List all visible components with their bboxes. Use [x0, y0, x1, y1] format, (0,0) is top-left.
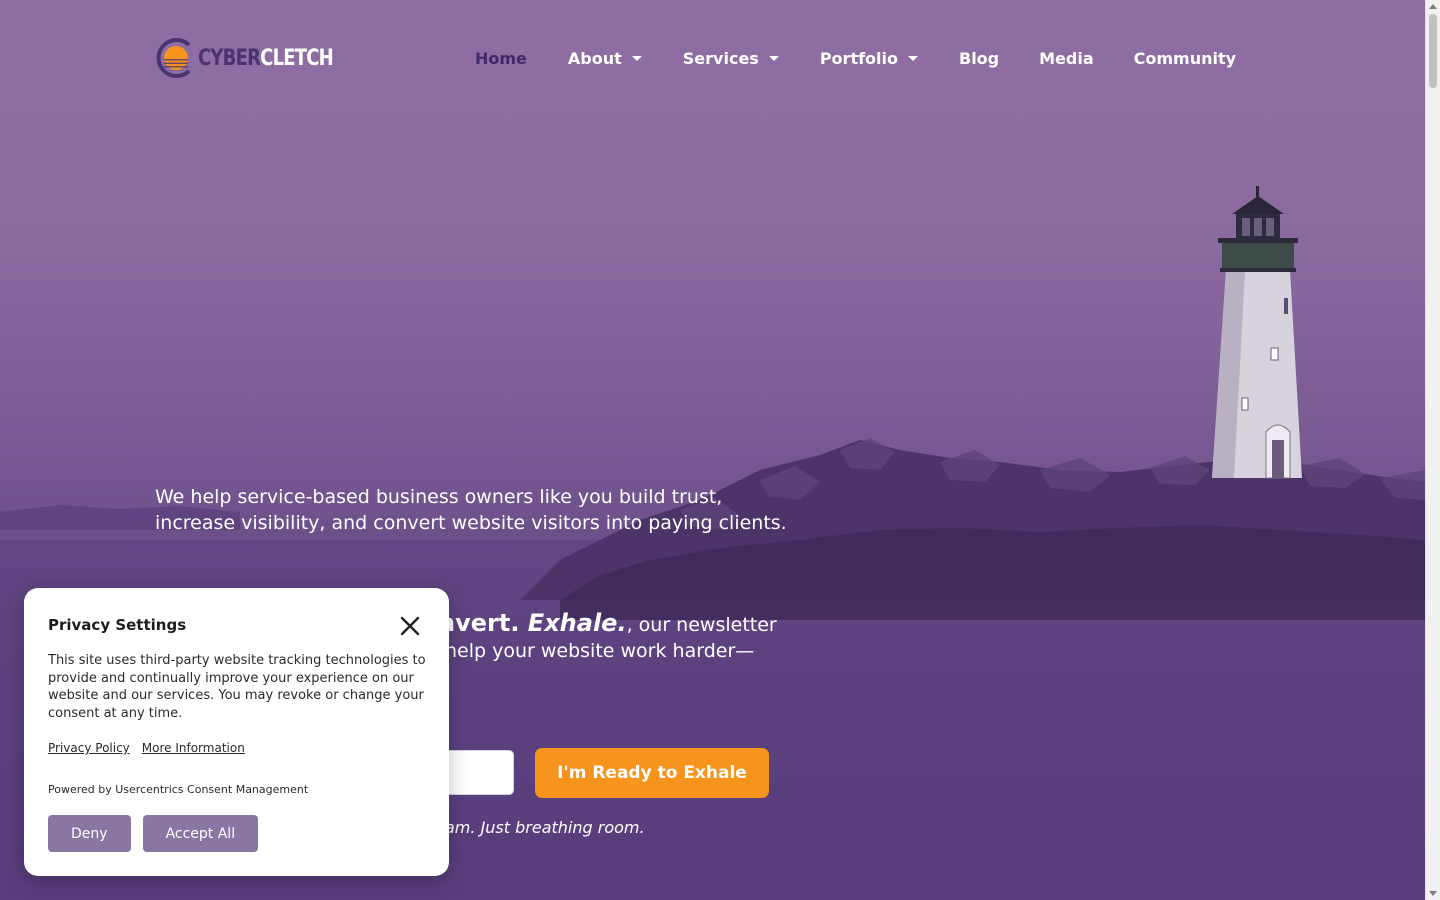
- nav-item-services[interactable]: Services: [683, 49, 779, 68]
- site-logo[interactable]: CYBER CLETCH: [155, 36, 363, 80]
- nav-label-services: Services: [682, 48, 759, 68]
- newsletter-brand-italic: Exhale.: [527, 609, 627, 637]
- deny-button[interactable]: Deny: [48, 815, 131, 852]
- nav-item-media[interactable]: Media: [1039, 49, 1094, 68]
- consent-description: This site uses third-party website track…: [48, 653, 426, 721]
- logo-wordmark: CYBER CLETCH: [198, 45, 334, 71]
- consent-title: Privacy Settings: [48, 616, 187, 634]
- accept-all-button[interactable]: Accept All: [142, 815, 259, 852]
- page-scrollbar[interactable]: [1425, 0, 1440, 900]
- logo-text-cyber: CYBER: [198, 45, 261, 71]
- nav-label-portfolio: Portfolio: [819, 48, 898, 68]
- nav-label-community: Community: [1133, 48, 1237, 68]
- caret-down-icon: [631, 55, 642, 61]
- caret-down-icon: [768, 55, 779, 61]
- newsletter-brand: nvert. Exhale.: [438, 609, 627, 637]
- newsletter-brand-fragment: nvert.: [438, 609, 520, 637]
- hero-subheadline: We help service-based business owners li…: [155, 486, 787, 534]
- consent-links: Privacy Policy More Information: [48, 741, 245, 755]
- nav-label-media: Media: [1039, 48, 1094, 68]
- nav-label-home: Home: [475, 48, 527, 68]
- scroll-up-arrow-icon[interactable]: [1429, 4, 1437, 9]
- consent-actions: Deny Accept All: [48, 815, 259, 852]
- newsletter-suffix: , our newsletter: [626, 614, 777, 636]
- close-icon[interactable]: [398, 614, 422, 638]
- privacy-settings-dialog: Privacy Settings This site uses third-pa…: [24, 588, 449, 876]
- consent-powered-by: Powered by Usercentrics Consent Manageme…: [48, 783, 309, 796]
- main-navigation: Home About Services Portfolio Blog Media…: [475, 44, 1236, 72]
- logo-text-cletch: CLETCH: [260, 45, 334, 71]
- ready-to-exhale-button[interactable]: I'm Ready to Exhale: [535, 748, 769, 798]
- nav-label-about: About: [567, 48, 622, 68]
- scrollbar-thumb[interactable]: [1429, 14, 1437, 88]
- nav-item-portfolio[interactable]: Portfolio: [820, 49, 918, 68]
- nav-item-home[interactable]: Home: [475, 49, 527, 68]
- nav-item-about[interactable]: About: [568, 49, 642, 68]
- scroll-down-arrow-icon[interactable]: [1429, 891, 1437, 896]
- sunset-circle-logo-icon: [156, 38, 191, 78]
- caret-down-icon: [908, 55, 918, 61]
- privacy-policy-link[interactable]: Privacy Policy: [48, 741, 130, 755]
- more-information-link[interactable]: More Information: [142, 741, 245, 755]
- nav-item-blog[interactable]: Blog: [959, 49, 999, 68]
- nav-label-blog: Blog: [959, 48, 1000, 68]
- nav-item-community[interactable]: Community: [1134, 49, 1236, 68]
